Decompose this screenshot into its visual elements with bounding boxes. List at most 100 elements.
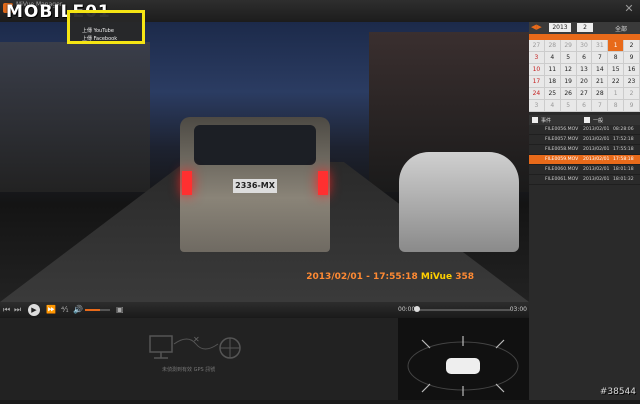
file-date: 2013/02/01 [583, 177, 610, 182]
calendar-day[interactable]: 20 [576, 76, 593, 88]
calendar-day[interactable]: 7 [592, 52, 609, 64]
car-rear-window [194, 125, 316, 165]
file-time: 18:01:18 [613, 167, 634, 172]
file-name: FILE0058.MOV [545, 147, 579, 152]
time-total: 03:00 [509, 306, 527, 313]
calendar-day[interactable]: 28 [544, 40, 561, 52]
svg-text:✕: ✕ [193, 335, 200, 344]
calendar-day[interactable]: 29 [560, 40, 577, 52]
normal-label: 一般 [593, 118, 604, 124]
calendar-day[interactable]: 9 [624, 100, 640, 112]
calendar-day[interactable]: 22 [608, 76, 625, 88]
calendar-day[interactable]: 18 [544, 76, 561, 88]
calendar-day[interactable]: 27 [529, 40, 545, 52]
calendar-day[interactable]: 10 [529, 64, 545, 76]
taillight-right [318, 171, 328, 195]
snapshot-icon[interactable]: ▣ [116, 305, 124, 315]
gps-illustration: ✕ [149, 335, 241, 359]
overlay-timestamp: 2013/02/01 - 17:55:18 [306, 272, 418, 282]
file-date: 2013/02/01 [583, 147, 610, 152]
file-row[interactable]: FILE0061.MOV 2013/02/01 18:01:32 [529, 175, 640, 185]
calendar-day[interactable]: 15 [608, 64, 625, 76]
calendar-day[interactable]: 5 [560, 52, 577, 64]
file-name: FILE0059.MOV [545, 157, 579, 162]
calendar-day[interactable]: 7 [592, 100, 609, 112]
taillight-left [182, 171, 192, 195]
calendar-day[interactable]: 27 [576, 88, 593, 100]
close-button[interactable]: ✕ [622, 2, 636, 16]
file-row[interactable]: FILE0057.MOV 2013/02/01 17:52:18 [529, 135, 640, 145]
calendar-day[interactable]: 9 [624, 52, 640, 64]
normal-checkbox[interactable] [584, 117, 590, 123]
gps-status: 未偵測到有效 GPS 訊號 [162, 367, 216, 373]
calendar-day[interactable]: 25 [544, 88, 561, 100]
calendar-day[interactable]: 13 [576, 64, 593, 76]
calendar-day[interactable]: 1 [608, 40, 625, 52]
calendar-day[interactable]: 5 [560, 100, 577, 112]
year-field[interactable]: 2013 [549, 23, 571, 32]
file-date: 2013/02/01 [583, 167, 610, 172]
calendar-day[interactable]: 26 [560, 88, 577, 100]
calendar-day[interactable]: 2 [624, 88, 640, 100]
file-list: FILE0056.MOV 2013/02/01 08:28:06 FILE0057.M… [529, 125, 640, 185]
building-left [0, 42, 150, 192]
calendar-day[interactable]: 2 [624, 40, 640, 52]
volume-slider[interactable] [85, 309, 110, 311]
month-field[interactable]: 2 [577, 23, 593, 32]
calendar-day[interactable]: 31 [592, 40, 609, 52]
calendar-day[interactable]: 23 [624, 76, 640, 88]
speed-icon[interactable]: ⁴⁄₁ [61, 305, 69, 315]
calendar-day[interactable]: 30 [576, 40, 593, 52]
video-player[interactable]: 2336-MX 2013/02/01 - 17:55:18 MiVue 358 [0, 22, 529, 302]
file-time: 17:55:18 [613, 147, 634, 152]
calendar-day[interactable]: 4 [544, 52, 561, 64]
seek-bar[interactable] [414, 306, 510, 312]
play-button[interactable]: ▶ [28, 304, 40, 316]
seek-knob[interactable] [414, 306, 420, 312]
calendar-day[interactable]: 17 [529, 76, 545, 88]
parked-car [399, 152, 519, 252]
calendar-day[interactable]: 14 [592, 64, 609, 76]
calendar-day[interactable]: 4 [544, 100, 561, 112]
calendar-day[interactable]: 6 [576, 100, 593, 112]
file-row[interactable]: FILE0058.MOV 2013/02/01 17:55:18 [529, 145, 640, 155]
calendar-day[interactable]: 19 [560, 76, 577, 88]
gps-panel: ✕ 未偵測到有效 GPS 訊號 [0, 318, 398, 400]
file-time: 18:01:32 [613, 177, 634, 182]
event-checkbox[interactable] [532, 117, 538, 123]
calendar-day[interactable]: 3 [529, 52, 545, 64]
playback-controls: ⏮ ⏭ ▶ ⏩ ⁴⁄₁ 🔊 ▣ 00:00 03:00 [0, 302, 529, 318]
file-name: FILE0060.MOV [545, 167, 579, 172]
file-row[interactable]: FILE0056.MOV 2013/02/01 08:28:06 [529, 125, 640, 135]
calendar-day[interactable]: 8 [608, 52, 625, 64]
file-date: 2013/02/01 [583, 157, 610, 162]
volume-icon[interactable]: 🔊 [73, 305, 83, 315]
g-sensor-diagram [407, 336, 519, 396]
prev-icon[interactable]: ⏮ [3, 305, 10, 315]
file-row[interactable]: FILE0060.MOV 2013/02/01 18:01:18 [529, 165, 640, 175]
file-row[interactable]: FILE0059.MOV 2013/02/01 17:58:18 [529, 155, 640, 165]
next-icon[interactable]: ⏭ [14, 305, 21, 315]
calendar-day[interactable]: 3 [529, 100, 545, 112]
calendar-day[interactable]: 21 [592, 76, 609, 88]
file-name: FILE0061.MOV [545, 177, 579, 182]
all-button[interactable]: 全部 [615, 24, 627, 33]
fast-forward-icon[interactable]: ⏩ [46, 305, 56, 315]
menu-item-youtube[interactable]: 上傳 YouTube [70, 27, 142, 35]
calendar-day[interactable]: 16 [624, 64, 640, 76]
overlay-speed: 358 [455, 272, 474, 282]
calendar-day[interactable]: 12 [560, 64, 577, 76]
calendar-day[interactable]: 1 [608, 88, 625, 100]
calendar-day[interactable]: 24 [529, 88, 545, 100]
calendar-header: ◀▶ 2013 2 全部 [529, 22, 640, 34]
calendar-day[interactable]: 28 [592, 88, 609, 100]
calendar-day[interactable]: 11 [544, 64, 561, 76]
file-time: 17:58:18 [613, 157, 634, 162]
prev-year-icon[interactable]: ◀▶ [531, 23, 542, 31]
sidebar: ◀▶ 2013 2 全部 27 28 29 30 31 1 2 3 4 5 6 7 8 9 10 11 12 13… [529, 22, 640, 400]
menu-item-facebook[interactable]: 上傳 Facebook [70, 35, 142, 43]
g-sensor-panel [398, 318, 529, 400]
file-date: 2013/02/01 [583, 137, 610, 142]
calendar-day[interactable]: 8 [608, 100, 625, 112]
calendar-day[interactable]: 6 [576, 52, 593, 64]
